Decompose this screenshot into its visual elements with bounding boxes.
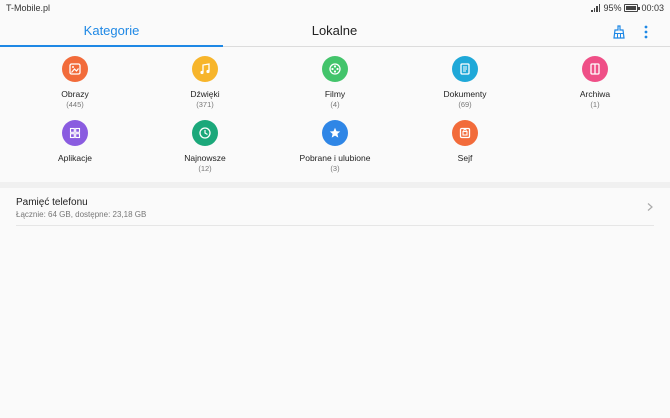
category-count: (69): [458, 100, 472, 109]
category-label: Pobrane i ulubione: [299, 153, 371, 163]
category-label: Sejf: [457, 153, 473, 163]
signal-icon: [591, 4, 601, 12]
category-najnowsze[interactable]: Najnowsze (12): [140, 120, 270, 173]
archive-icon: [582, 56, 608, 82]
image-icon: [62, 56, 88, 82]
category-label: Filmy: [324, 89, 346, 99]
battery-percent: 95%: [603, 3, 622, 13]
star-icon: [322, 120, 348, 146]
clean-button[interactable]: [610, 23, 628, 41]
category-aplikacje[interactable]: Aplikacje: [10, 120, 140, 164]
divider-line: [16, 225, 654, 226]
tab-kategorie[interactable]: Kategorie: [0, 17, 223, 46]
clock-icon: [192, 120, 218, 146]
category-obrazy[interactable]: Obrazy (445): [10, 56, 140, 109]
section-divider: [0, 182, 670, 188]
category-label: Obrazy: [61, 89, 89, 99]
category-count: (12): [198, 164, 212, 173]
status-bar: T-Mobile.pl 95% 00:03: [0, 0, 670, 16]
document-icon: [452, 56, 478, 82]
storage-subtitle: Łącznie: 64 GB, dostępne: 23,18 GB: [16, 210, 147, 219]
category-count: (3): [330, 164, 340, 173]
more-options-button[interactable]: [637, 23, 655, 41]
category-count: (371): [196, 100, 214, 109]
category-count: (445): [66, 100, 84, 109]
category-count: (4): [330, 100, 340, 109]
tab-bar: Kategorie Lokalne: [0, 17, 670, 47]
carrier-label: T-Mobile.pl: [6, 3, 51, 13]
category-filmy[interactable]: Filmy (4): [270, 56, 400, 109]
category-label: Dźwięki: [190, 89, 220, 99]
category-dzwieki[interactable]: Dźwięki (371): [140, 56, 270, 109]
category-label: Najnowsze: [184, 153, 226, 163]
category-label: Aplikacje: [57, 153, 93, 163]
music-icon: [192, 56, 218, 82]
film-reel-icon: [322, 56, 348, 82]
storage-title: Pamięć telefonu: [16, 197, 88, 208]
category-sejf[interactable]: Sejf: [400, 120, 530, 164]
more-vert-icon: [644, 25, 648, 39]
status-icons: 95% 00:03: [591, 3, 664, 13]
clock-time: 00:03: [641, 3, 664, 13]
category-dokumenty[interactable]: Dokumenty (69): [400, 56, 530, 109]
chevron-right-icon: [647, 203, 653, 211]
tab-lokalne[interactable]: Lokalne: [223, 17, 446, 46]
category-count: (1): [590, 100, 600, 109]
category-archiwa[interactable]: Archiwa (1): [530, 56, 660, 109]
broom-icon: [613, 25, 625, 39]
category-label: Dokumenty: [443, 89, 487, 99]
battery-icon: [624, 4, 641, 12]
phone-storage-item[interactable]: Pamięć telefonu Łącznie: 64 GB, dostępne…: [0, 189, 670, 226]
apps-icon: [62, 120, 88, 146]
safe-icon: [452, 120, 478, 146]
active-tab-indicator: [0, 45, 223, 47]
category-pobrane-i-ulubione[interactable]: Pobrane i ulubione (3): [270, 120, 400, 173]
category-label: Archiwa: [579, 89, 611, 99]
